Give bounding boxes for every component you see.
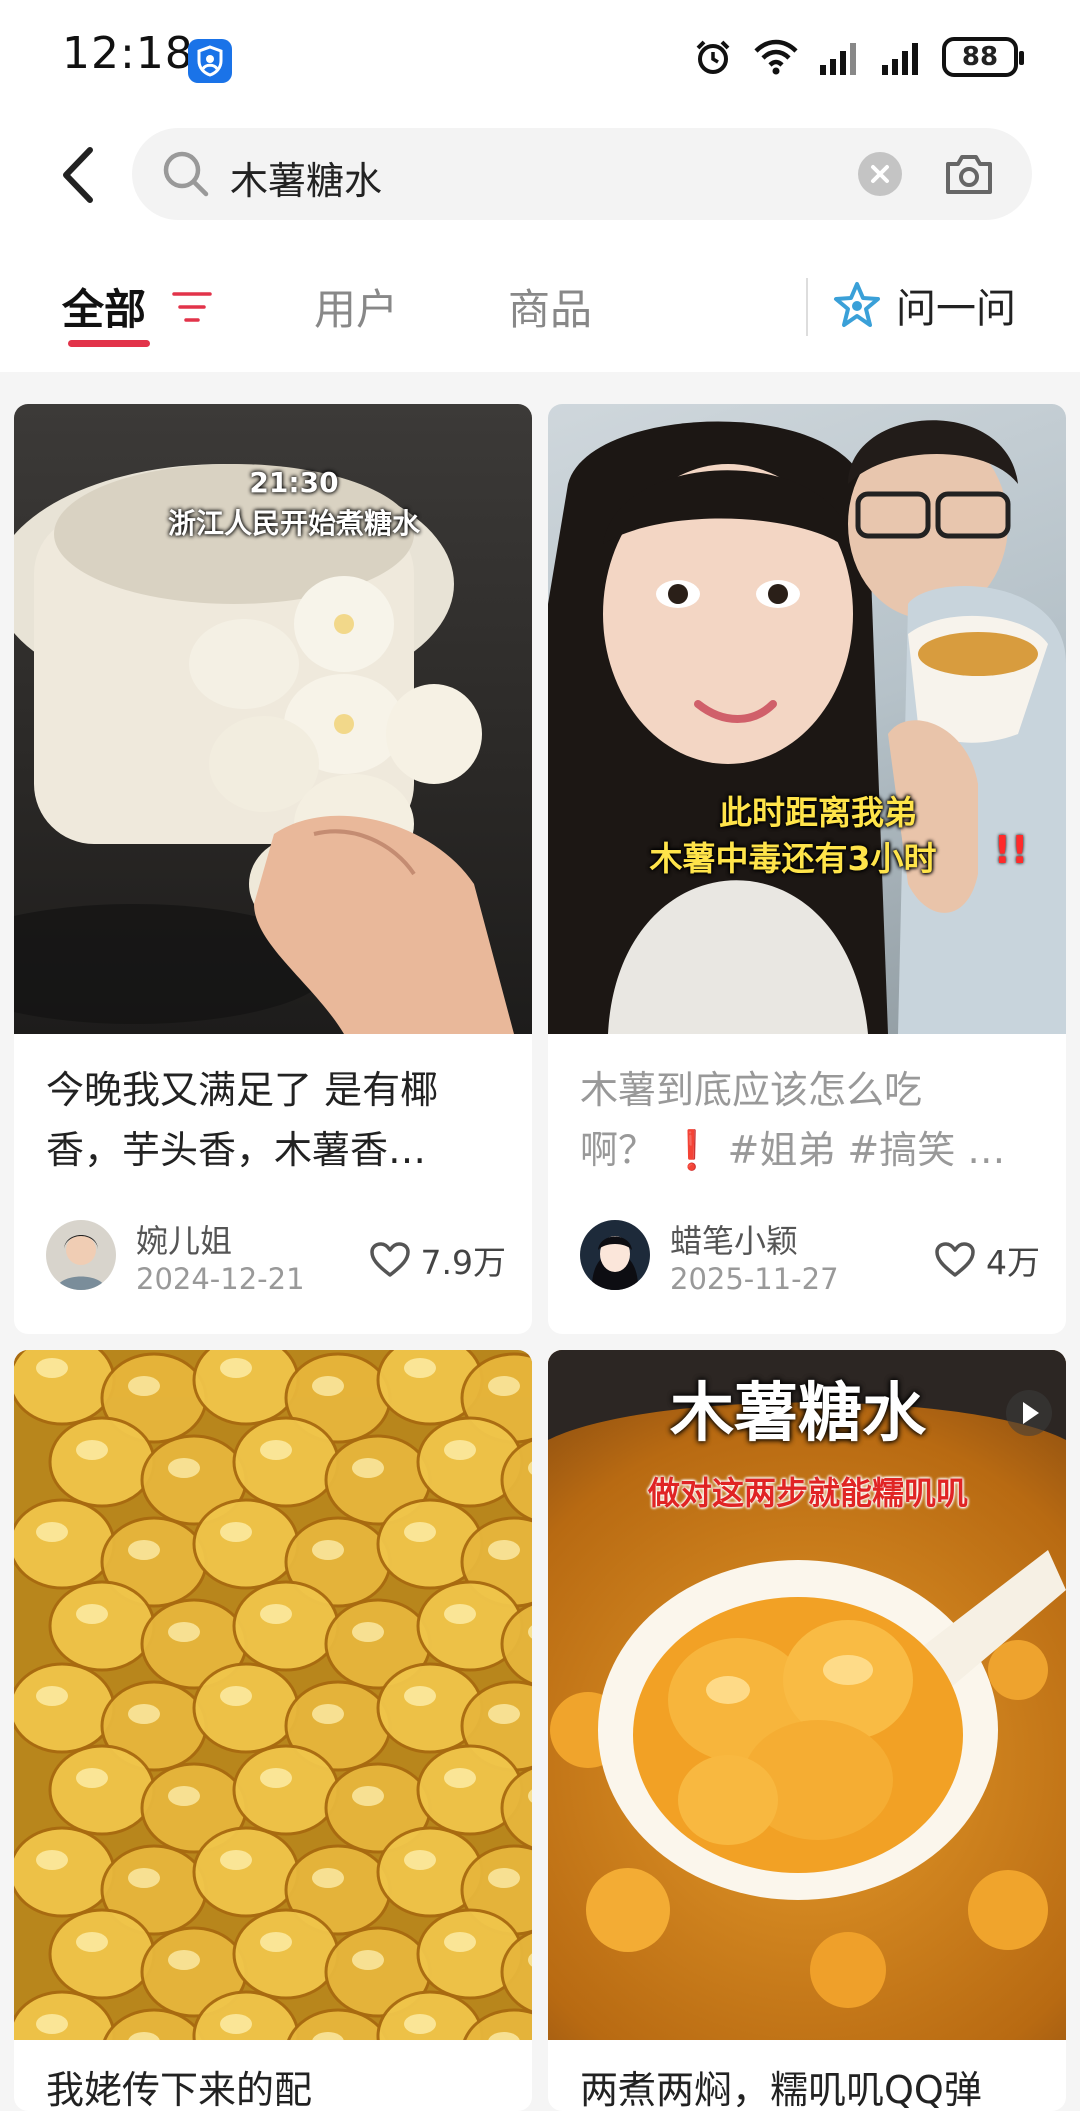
heart-icon — [369, 1242, 410, 1277]
wifi-icon — [754, 39, 798, 75]
post-overlay-title: 木薯糖水 — [670, 1377, 926, 1451]
status-time: 12:18 — [62, 28, 194, 79]
post-title-line2: 香，芋头香，木薯香… — [46, 1128, 427, 1172]
search-input[interactable]: 木薯糖水 — [230, 150, 382, 205]
status-bar: 12:18 88 — [0, 0, 1080, 120]
signal-icon-1 — [820, 43, 856, 75]
category-tabs: 全部 用户 商品 问一问 — [0, 240, 1080, 352]
post-title-line2: 啊？ ❗ #姐弟 #搞笑 … — [580, 1128, 1006, 1172]
avatar[interactable] — [580, 1220, 650, 1290]
video-play-icon — [1006, 1390, 1052, 1436]
camera-icon — [946, 155, 992, 194]
signal-icon-2 — [882, 43, 918, 75]
like-count: 7.9万 — [420, 1243, 506, 1282]
ask-button[interactable]: 问一问 — [832, 276, 1016, 334]
feed-card-4[interactable]: 木薯糖水 做对这两步就能糯叽叽 两煮两焖，糯叽叽QQ弹 — [548, 1350, 1066, 2111]
like-button[interactable]: 7.9万 — [369, 1236, 506, 1284]
post-overlay-caption: 浙江人民开始煮糖水 — [167, 507, 420, 540]
post-overlay-line2: 木薯中毒还有3小时 — [649, 839, 937, 878]
people-illustration — [548, 420, 1066, 1034]
clear-search-button[interactable] — [858, 152, 902, 196]
like-count: 4万 — [986, 1243, 1040, 1282]
post-image — [14, 1350, 532, 2040]
post-date: 2025-11-27 — [670, 1262, 839, 1296]
author-row: 婉儿姐 2024-12-21 7.9万 — [46, 1216, 506, 1296]
filter-icon[interactable] — [172, 290, 212, 324]
back-button[interactable] — [52, 140, 112, 210]
chevron-left-icon — [63, 147, 93, 203]
post-title-line1: 两煮两焖，糯叽叽QQ弹 — [580, 2068, 982, 2111]
post-image: 此时距离我弟 木薯中毒还有3小时 !! — [548, 404, 1066, 1034]
battery-indicator: 88 — [942, 37, 1024, 77]
post-overlay-subtitle: 做对这两步就能糯叽叽 — [647, 1474, 968, 1512]
security-shield-icon — [188, 39, 232, 83]
tab-users[interactable]: 用户 — [314, 276, 398, 337]
ask-label: 问一问 — [896, 286, 1016, 332]
tabs-divider — [806, 278, 808, 336]
tab-products[interactable]: 商品 — [508, 276, 592, 337]
post-overlay-time: 21:30 — [249, 466, 339, 499]
post-title-line1: 我姥传下来的配 — [46, 2068, 313, 2111]
image-search-button[interactable] — [942, 148, 996, 200]
post-overlay-line1: 此时距离我弟 — [719, 793, 917, 832]
author-name[interactable]: 婉儿姐 — [136, 1216, 232, 1262]
heart-icon — [935, 1242, 975, 1277]
post-overlay-exclamation: !! — [993, 828, 1029, 872]
top-bar: 12:18 88 木薯糖水 全部 用户 商品 问一问 — [0, 0, 1080, 372]
search-bar[interactable]: 木薯糖水 — [132, 128, 1032, 220]
active-tab-indicator — [68, 340, 150, 347]
avatar[interactable] — [46, 1220, 116, 1290]
sparkle-star-icon — [834, 282, 880, 327]
post-image: 木薯糖水 做对这两步就能糯叽叽 — [548, 1350, 1066, 2040]
post-title-line1: 今晚我又满足了 是有椰 — [46, 1068, 439, 1112]
post-image: 21:30 浙江人民开始煮糖水 — [14, 404, 532, 1034]
author-row: 蜡笔小颖 2025-11-27 4万 — [580, 1216, 1040, 1296]
alarm-icon — [696, 40, 730, 74]
feed-card-1[interactable]: 21:30 浙江人民开始煮糖水 今晚我又满足了 是有椰 香，芋头香，木薯香… 婉… — [14, 404, 532, 1334]
close-icon — [871, 165, 889, 183]
post-title-line1: 木薯到底应该怎么吃 — [580, 1068, 923, 1112]
status-icons: 88 — [692, 36, 1024, 78]
tab-all[interactable]: 全部 — [62, 276, 146, 337]
search-icon — [163, 151, 209, 197]
feed-card-2[interactable]: 此时距离我弟 木薯中毒还有3小时 !! 木薯到底应该怎么吃 啊？ ❗ #姐弟 #… — [548, 404, 1066, 1334]
like-button[interactable]: 4万 — [934, 1236, 1040, 1284]
feed-card-3[interactable]: 我姥传下来的配 — [14, 1350, 532, 2111]
post-date: 2024-12-21 — [136, 1262, 305, 1296]
author-name[interactable]: 蜡笔小颖 — [670, 1216, 798, 1262]
osmanthus-cassava-illustration — [14, 1350, 532, 2040]
